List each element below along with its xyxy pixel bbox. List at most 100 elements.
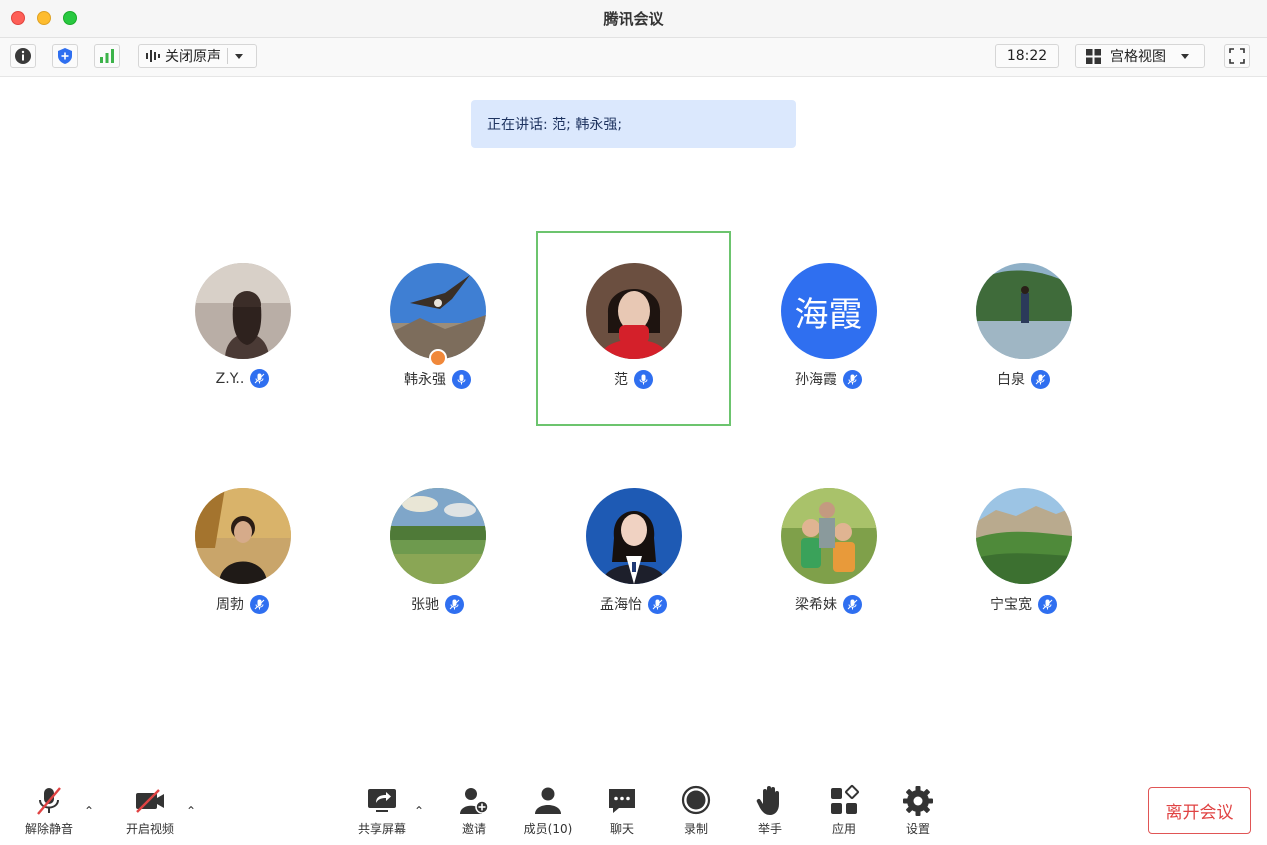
share-screen-label: 共享屏幕 [357,822,406,836]
view-mode-label: 宫格视图 [1110,49,1166,65]
participant-tile[interactable]: 海霞 孙海霞 [731,231,926,426]
microphone-icon [843,594,862,614]
avatar [975,488,1072,584]
gear-icon [903,786,933,816]
raise-hand-label: 举手 [757,822,782,836]
share-screen-icon [368,789,396,812]
members-button[interactable]: 成员(10) [520,784,576,840]
avatar [975,263,1072,359]
participant-name: 孙海霞 [795,372,837,388]
participant-tile[interactable]: 周勃 [145,456,340,651]
participant-name-row: Z.Y.. [145,369,340,388]
microphone-icon [250,369,270,388]
video-options-caret-icon[interactable]: ⌃ [186,804,196,818]
original-sound-button[interactable]: 关闭原声 [138,44,257,68]
invite-label: 邀请 [461,822,486,836]
chat-icon [609,789,635,813]
meeting-clock: 18:22 [995,44,1059,68]
meeting-toolbar: 关闭原声 18:22 宫格视图 [0,38,1267,77]
shield-icon [58,48,72,64]
avatar [389,488,486,584]
microphone-icon [843,369,862,389]
title-bar: 腾讯会议 [0,0,1267,38]
participant-name: 周勃 [216,597,244,613]
microphone-icon [1038,594,1057,614]
avatar [585,488,682,584]
participant-name: 范 [614,372,628,388]
microphone-muted-icon [37,787,61,815]
apps-button[interactable]: 应用 [822,784,866,840]
record-button[interactable]: 录制 [674,784,718,840]
participant-name-row: 周勃 [145,594,340,614]
host-badge-icon [428,349,447,367]
unmute-label: 解除静音 [24,822,73,836]
participant-name-row: 白泉 [926,369,1121,389]
participant-name: 梁希妹 [795,597,837,613]
divider [227,48,228,64]
microphone-icon [452,369,471,389]
fullscreen-icon [1229,48,1245,64]
participant-tile-active-speaker[interactable]: 范 [536,231,731,426]
participant-name: 韩永强 [404,372,446,388]
participant-name: 张驰 [411,597,439,613]
participant-name: Z.Y.. [215,370,245,387]
participant-name-row: 张驰 [340,594,535,614]
participant-name-row: 范 [538,369,729,389]
chat-label: 聊天 [609,822,634,836]
microphone-icon [250,594,269,614]
network-signal-button[interactable] [94,44,120,68]
avatar [194,488,291,584]
chevron-down-icon [1181,54,1189,59]
security-button[interactable] [52,44,78,68]
participant-name-row: 宁宝宽 [926,594,1121,614]
audio-wave-icon [146,50,160,62]
participant-tile[interactable]: 孟海怡 [536,456,731,651]
participant-name-row: 孟海怡 [536,594,731,614]
members-label: 成员(10) [523,822,573,836]
add-user-icon [460,788,489,814]
members-icon [535,787,561,814]
chat-button[interactable]: 聊天 [600,784,644,840]
fullscreen-button[interactable] [1224,44,1250,68]
meeting-info-button[interactable] [10,44,36,68]
camera-off-icon [136,789,164,813]
audio-options-caret-icon[interactable]: ⌃ [84,804,94,818]
participant-tile[interactable]: 梁希妹 [731,456,926,651]
clock-text: 18:22 [1006,48,1048,64]
window-title: 腾讯会议 [603,10,664,28]
microphone-icon [445,594,464,614]
participant-name-row: 孙海霞 [731,369,926,389]
share-screen-button[interactable]: 共享屏幕 [352,784,412,840]
participant-name-row: 韩永强 [340,369,535,389]
active-speaker-banner: 正在讲话: 范; 韩永强; [471,100,796,148]
raise-hand-button[interactable]: 举手 [748,784,792,840]
settings-button[interactable]: 设置 [896,784,940,840]
original-sound-label: 关闭原声 [165,49,221,65]
participant-name: 宁宝宽 [990,597,1032,613]
participant-name-row: 梁希妹 [731,594,926,614]
microphone-icon [634,369,653,389]
unmute-button[interactable]: 解除静音 [20,784,78,840]
leave-meeting-button[interactable]: 离开会议 [1148,787,1251,834]
microphone-icon [648,594,667,614]
share-options-caret-icon[interactable]: ⌃ [414,804,424,818]
invite-button[interactable]: 邀请 [452,784,496,840]
participant-tile[interactable]: Z.Y.. [145,231,340,426]
avatar-initials: 海霞 [794,294,863,335]
chevron-down-icon[interactable] [234,51,244,61]
start-video-button[interactable]: 开启视频 [120,784,180,840]
record-icon [681,785,711,815]
info-icon [15,48,31,64]
avatar [389,263,486,359]
participant-tile[interactable]: 白泉 [926,231,1121,426]
microphone-icon [1031,369,1050,389]
apps-icon [831,785,859,814]
start-video-label: 开启视频 [125,822,174,836]
avatar: 海霞 [780,263,877,359]
view-mode-dropdown[interactable]: 宫格视图 [1075,44,1205,68]
participant-tile[interactable]: 张驰 [340,456,535,651]
participant-tile[interactable]: 宁宝宽 [926,456,1121,651]
participant-tile[interactable]: 韩永强 [340,231,535,426]
apps-label: 应用 [831,822,856,836]
settings-label: 设置 [905,822,930,836]
